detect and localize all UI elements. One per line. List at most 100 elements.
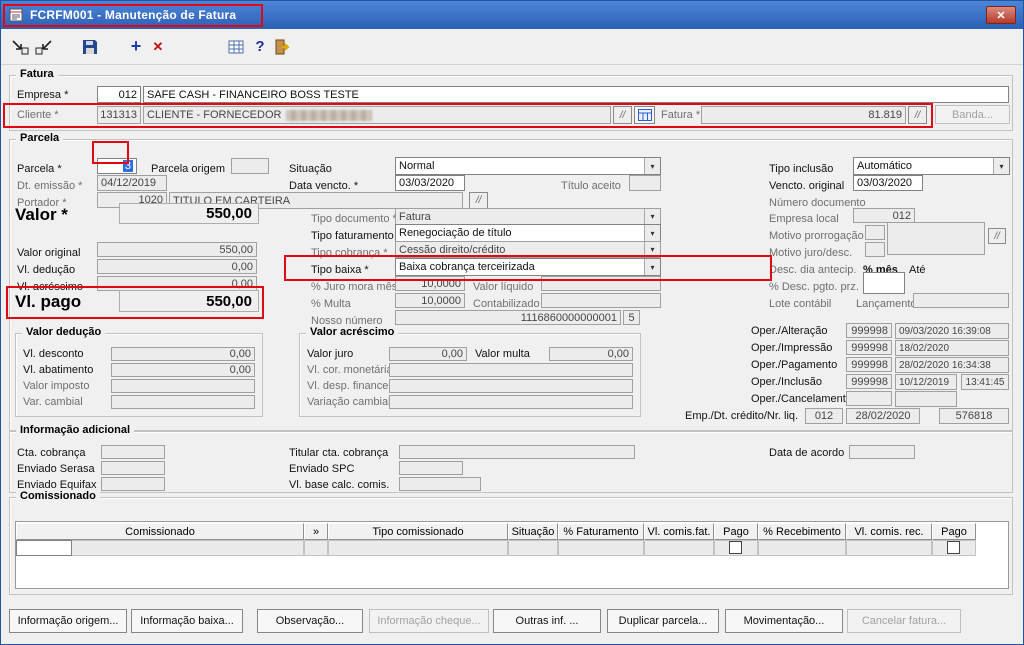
- save-icon[interactable]: [79, 37, 101, 56]
- valor-liquido-label: Valor líquido: [473, 281, 534, 293]
- chevron-down-icon: ▾: [993, 158, 1009, 174]
- var-cambial-label: Var. cambial: [23, 396, 83, 408]
- situacao-select[interactable]: Normal ▾: [395, 157, 661, 175]
- cliente-table-button[interactable]: [634, 106, 655, 124]
- observacao-button[interactable]: Observação...: [257, 609, 363, 633]
- titulo-aceito-label: Título aceito: [561, 180, 621, 192]
- emp-code-field: 012: [805, 408, 843, 424]
- col-header-pct-faturamento[interactable]: % Faturamento: [558, 523, 644, 540]
- enviado-serasa-label: Enviado Serasa: [17, 463, 95, 475]
- informacao-origem-button[interactable]: Informação origem...: [9, 609, 127, 633]
- import-record-icon[interactable]: [33, 37, 55, 56]
- valor-liquido-field: [541, 276, 661, 291]
- data-acordo-field: [849, 445, 915, 459]
- motivo-lookup-button[interactable]: //: [988, 228, 1006, 244]
- outras-inf-button[interactable]: Outras inf. ...: [493, 609, 601, 633]
- parcela-label: Parcela *: [17, 163, 62, 175]
- fatura-number-field: 81.819: [701, 106, 906, 124]
- title-bar[interactable]: FCRFM001 - Manutenção de Fatura: [1, 1, 1023, 29]
- redacted-text: [286, 109, 373, 121]
- desc-pgto-field[interactable]: [863, 272, 905, 294]
- tipo-faturamento-select[interactable]: Renegociação de título ▾: [395, 224, 661, 242]
- fatura-lookup-button[interactable]: //: [908, 106, 927, 124]
- emp-nr-field: 576818: [939, 408, 1009, 424]
- valor-original-field: 550,00: [97, 242, 257, 257]
- var-cambial-field: [111, 395, 255, 409]
- cliente-lookup-button[interactable]: //: [613, 106, 632, 124]
- comissionado-input-cell[interactable]: [16, 540, 72, 556]
- col-header-situacao[interactable]: Situação: [508, 523, 558, 540]
- grid-icon[interactable]: [225, 37, 247, 56]
- tipo-documento-select: Fatura ▾: [395, 208, 661, 225]
- valor-label: Valor *: [15, 205, 68, 224]
- col-header-vl-comis-fat[interactable]: Vl. comis.fat.: [644, 523, 714, 540]
- col-header-vl-comis-rec[interactable]: Vl. comis. rec.: [846, 523, 932, 540]
- table-cell: [758, 540, 846, 556]
- tipo-inclusao-select[interactable]: Automático ▾: [853, 157, 1010, 175]
- col-header-expand-button[interactable]: »: [304, 523, 328, 540]
- valor-acrescimo-legend: Valor acréscimo: [306, 326, 399, 338]
- titulo-aceito-field: [629, 175, 661, 191]
- nosso-numero-field: 1116860000000001: [395, 310, 621, 325]
- col-header-comissionado[interactable]: Comissionado: [16, 523, 304, 540]
- data-vencto-field[interactable]: 03/03/2020: [395, 175, 465, 191]
- portador-lookup-button[interactable]: //: [469, 192, 488, 209]
- tipo-inclusao-label: Tipo inclusão: [769, 163, 834, 175]
- vl-base-calc-field: [399, 477, 481, 491]
- multa-field: 10,0000: [395, 293, 465, 308]
- pago-rec-checkbox[interactable]: [947, 541, 960, 554]
- tipo-baixa-select[interactable]: Baixa cobrança terceirizada ▾: [395, 258, 661, 276]
- tipo-cobranca-label: Tipo cobrança *: [311, 247, 388, 259]
- valor-imposto-label: Valor imposto: [23, 380, 90, 392]
- add-icon[interactable]: +: [125, 36, 147, 56]
- lote-contabil-label: Lote contábil: [769, 298, 832, 310]
- help-icon[interactable]: ?: [249, 37, 271, 56]
- variacao-cambial-field: [389, 395, 633, 409]
- multa-label: % Multa: [311, 298, 351, 310]
- vl-desp-financeira-label: Vl. desp. financeira: [307, 380, 401, 392]
- pago-fat-checkbox[interactable]: [729, 541, 742, 554]
- exit-icon[interactable]: [271, 37, 293, 56]
- vencto-original-label: Vencto. original: [769, 180, 845, 192]
- juro-mora-field: 10,0000: [395, 276, 465, 291]
- nosso-numero-digit-field: 5: [623, 310, 640, 325]
- parcela-field[interactable]: 3: [97, 158, 137, 174]
- export-record-icon[interactable]: [9, 37, 31, 56]
- desc-dia-label: Desc. dia antecip.: [769, 264, 857, 276]
- juro-mora-label: % Juro mora mês: [311, 281, 398, 293]
- vl-desconto-field: 0,00: [111, 347, 255, 361]
- empresa-code-field[interactable]: 012: [97, 86, 141, 103]
- oper-pagamento-code: 999998: [846, 357, 892, 372]
- oper-inclusao-code: 999998: [846, 374, 892, 389]
- informacao-baixa-button[interactable]: Informação baixa...: [131, 609, 243, 633]
- informacao-cheque-button: Informação cheque...: [369, 609, 489, 633]
- lancamento-label: Lançamento: [856, 298, 917, 310]
- tipo-baixa-label: Tipo baixa *: [311, 264, 369, 276]
- tipo-documento-label: Tipo documento *: [311, 213, 397, 225]
- empresa-local-label: Empresa local: [769, 213, 839, 225]
- movimentacao-button[interactable]: Movimentação...: [725, 609, 843, 633]
- duplicar-parcela-button[interactable]: Duplicar parcela...: [607, 609, 719, 633]
- oper-pagamento-datetime: 28/02/2020 16:34:38: [895, 357, 1009, 373]
- oper-impressao-label: Oper./Impressão: [751, 342, 833, 354]
- delete-icon[interactable]: ✕: [147, 37, 169, 56]
- oper-inclusao-time: 13:41:45: [961, 374, 1009, 390]
- parcela-legend: Parcela: [16, 132, 64, 144]
- contabilizado-field: [541, 293, 661, 308]
- cliente-name-field: CLIENTE - FORNECEDOR: [143, 106, 611, 124]
- parcela-origem-field: [231, 158, 269, 174]
- col-header-pct-recebimento[interactable]: % Recebimento: [758, 523, 846, 540]
- valor-original-label: Valor original: [17, 247, 81, 259]
- vencto-original-field[interactable]: 03/03/2020: [853, 175, 923, 191]
- col-header-tipo-comissionado[interactable]: Tipo comissionado: [328, 523, 508, 540]
- chevron-down-icon: ▾: [644, 209, 660, 224]
- vl-cor-monetaria-field: [389, 363, 633, 377]
- table-cell: [644, 540, 714, 556]
- empresa-name-field[interactable]: SAFE CASH - FINANCEIRO BOSS TESTE: [143, 86, 1009, 103]
- col-header-pago-rec[interactable]: Pago: [932, 523, 976, 540]
- close-icon[interactable]: ✕: [986, 6, 1016, 24]
- col-header-pago-fat[interactable]: Pago: [714, 523, 758, 540]
- oper-cancelamento-label: Oper./Cancelamento: [751, 393, 852, 405]
- emp-date-field: 28/02/2020: [846, 408, 920, 424]
- chevron-down-icon: ▾: [644, 225, 660, 241]
